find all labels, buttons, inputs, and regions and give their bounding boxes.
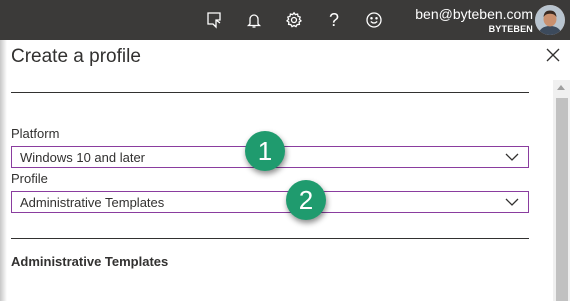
smiley-icon[interactable] (361, 7, 387, 33)
avatar[interactable] (535, 5, 565, 35)
close-icon[interactable] (544, 46, 562, 64)
chevron-down-icon (505, 153, 519, 161)
panel-title: Create a profile (11, 46, 141, 67)
scrollbar-thumb[interactable] (556, 98, 568, 301)
help-glyph: ? (328, 9, 339, 30)
profile-dropdown[interactable]: Administrative Templates (11, 191, 529, 213)
chevron-down-icon (505, 198, 519, 206)
profile-value: Administrative Templates (20, 194, 165, 210)
user-tenant: BYTEBEN (488, 24, 533, 34)
section-heading: Administrative Templates (11, 254, 169, 269)
divider (11, 92, 529, 93)
notification-icon[interactable] (241, 7, 267, 33)
account-info[interactable]: ben@byteben.com BYTEBEN (415, 5, 533, 35)
help-icon[interactable]: ? (321, 7, 347, 33)
platform-label: Platform (11, 126, 60, 141)
divider (11, 238, 529, 239)
profile-label: Profile (11, 171, 48, 186)
panel-edge-shadow (0, 40, 7, 301)
callout-marker: 2 (286, 180, 326, 220)
feedback-icon[interactable] (201, 7, 227, 33)
user-email: ben@byteben.com (415, 6, 533, 22)
settings-icon[interactable] (281, 7, 307, 33)
callout-marker: 1 (245, 131, 285, 171)
platform-value: Windows 10 and later (20, 149, 146, 165)
scroll-up-icon[interactable] (557, 85, 565, 90)
top-bar: ? ben@byteben.com BYTEBEN (0, 0, 570, 40)
